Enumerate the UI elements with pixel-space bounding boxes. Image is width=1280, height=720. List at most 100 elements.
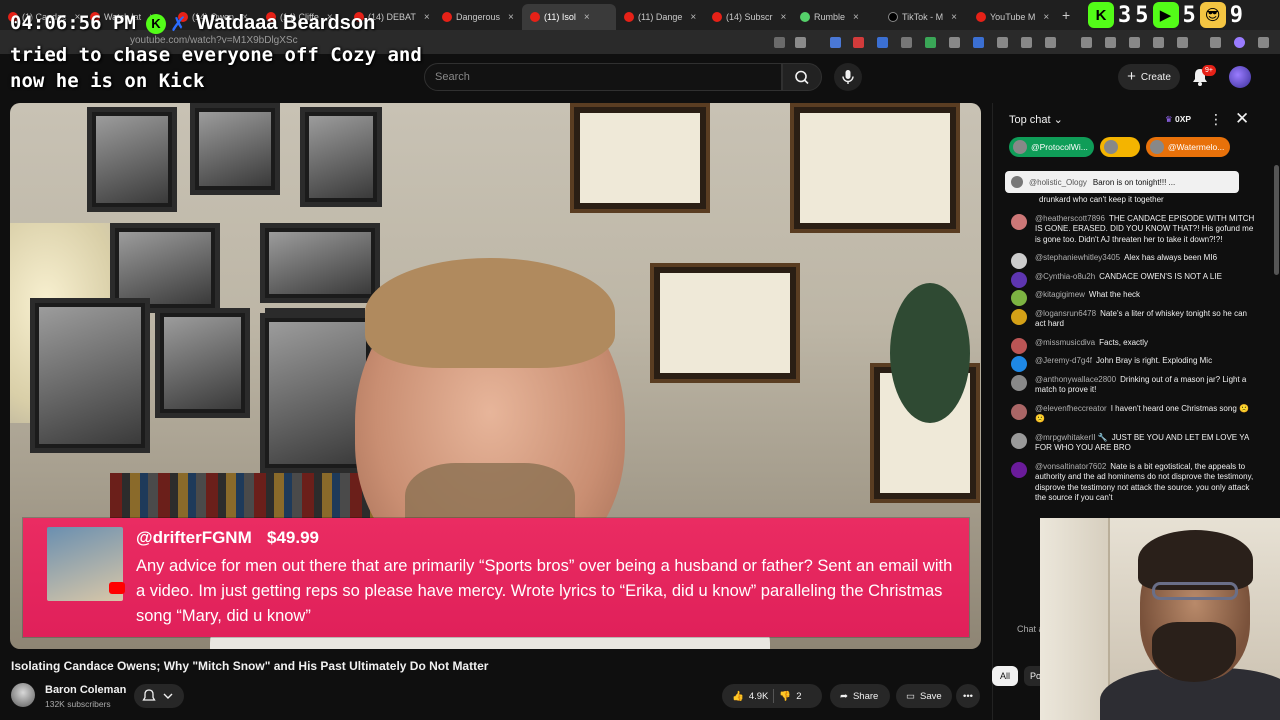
chat-author[interactable]: @vonsaltinator7602 xyxy=(1035,462,1106,471)
video-frame xyxy=(300,107,382,207)
thumbs-down-icon[interactable]: 👎 xyxy=(779,691,791,702)
more-actions-button[interactable]: ••• xyxy=(956,684,980,708)
extension-icon[interactable] xyxy=(901,37,912,48)
extension-icon[interactable] xyxy=(877,37,888,48)
thumbs-up-icon[interactable]: 👍 xyxy=(732,691,744,702)
avatar xyxy=(1011,176,1023,188)
ticker-item[interactable]: @ProtocolWi... xyxy=(1009,137,1094,157)
tab-favicon-icon xyxy=(442,12,452,22)
tab-label: (14) Subscr xyxy=(726,12,773,22)
extension-icon[interactable] xyxy=(973,37,984,48)
channel-avatar[interactable] xyxy=(11,683,35,707)
chat-message[interactable]: @stephaniewhitley3405 Alex has always bee… xyxy=(1007,253,1257,269)
tab-close-icon[interactable]: × xyxy=(584,12,590,23)
account-avatar[interactable] xyxy=(1229,66,1251,88)
chat-xp-badge[interactable]: ♛ 0XP xyxy=(1165,114,1191,125)
chat-message[interactable]: @Jeremy-d7g4f John Bray is right. Explodi… xyxy=(1007,356,1257,372)
ticker-item[interactable]: @Watermelo... xyxy=(1145,137,1231,157)
extension-icon[interactable] xyxy=(1045,37,1056,48)
browser-tab[interactable]: Dangerous × xyxy=(434,4,522,30)
dislike-count[interactable]: 2 xyxy=(796,691,801,702)
chat-author[interactable]: @Cynthia-o8u2h xyxy=(1035,272,1095,281)
tab-close-icon[interactable]: × xyxy=(1043,12,1049,23)
tab-favicon-icon xyxy=(976,12,986,22)
overlay-clock: 04:06:56 PM xyxy=(10,12,136,34)
chat-mode-dropdown[interactable]: Top chat ⌄ xyxy=(1009,113,1063,126)
chat-message[interactable]: drunkard who can't keep it together xyxy=(1007,195,1257,206)
browser-tab[interactable]: (11) Dange × xyxy=(616,4,704,30)
extension-icon[interactable] xyxy=(925,37,936,48)
install-icon[interactable] xyxy=(774,37,785,48)
search-input[interactable]: Search xyxy=(424,63,782,91)
browser-tab[interactable]: YouTube M × xyxy=(968,4,1056,30)
share-label: Share xyxy=(852,690,879,702)
chat-message[interactable]: @mrpgwhitakerII 🔧 JUST BE YOU AND LET EM … xyxy=(1007,432,1257,454)
tab-close-icon[interactable]: × xyxy=(853,12,859,23)
like-count[interactable]: 4.9K xyxy=(749,691,769,702)
plus-icon: + xyxy=(1127,68,1136,85)
chat-author[interactable]: @anthonywallace2800 xyxy=(1035,375,1116,384)
chat-author[interactable]: @Jeremy-d7g4f xyxy=(1035,356,1092,365)
chevron-down-icon: ⌄ xyxy=(1053,114,1063,126)
new-tab-icon[interactable]: + xyxy=(1062,7,1070,23)
extension-icon[interactable] xyxy=(949,37,960,48)
extension-icon[interactable] xyxy=(853,37,864,48)
tab-close-icon[interactable]: × xyxy=(951,12,957,23)
chat-author[interactable]: @kitagigimew xyxy=(1035,290,1085,299)
chat-message[interactable]: @elevenfheccreator I haven't heard one Ch… xyxy=(1007,403,1257,425)
extension-icon[interactable] xyxy=(1129,37,1140,48)
bookmark-star-icon[interactable] xyxy=(795,37,806,48)
avatar xyxy=(1011,308,1027,325)
chat-author[interactable]: @mrpgwhitakerII 🔧 xyxy=(1035,433,1108,442)
video-frame xyxy=(30,298,150,453)
ticker-item[interactable] xyxy=(1099,137,1140,157)
extension-icon[interactable] xyxy=(830,37,841,48)
subscription-bell-button[interactable] xyxy=(134,684,184,708)
tab-close-icon[interactable]: × xyxy=(690,12,696,23)
chat-message[interactable]: @logansrun6478 Nate's a liter of whiskey … xyxy=(1007,308,1257,330)
chat-author[interactable]: @missmusicdiva xyxy=(1035,338,1095,347)
chat-scrollbar[interactable] xyxy=(1274,165,1279,275)
browser-tab[interactable]: (14) Subscr × xyxy=(704,4,792,30)
chat-message[interactable]: @Cynthia-o8u2h CANDACE OWEN'S IS NOT A LI… xyxy=(1007,271,1257,288)
browser-tab[interactable]: (11) Isol × xyxy=(522,4,616,30)
chat-message[interactable]: @anthonywallace2800 Drinking out of a mas… xyxy=(1007,374,1257,396)
extension-icon[interactable] xyxy=(1153,37,1164,48)
extension-icon[interactable] xyxy=(1105,37,1116,48)
tab-close-icon[interactable]: × xyxy=(508,12,514,23)
chat-message[interactable]: @vonsaltinator7602 Nate is a bit egotisti… xyxy=(1007,461,1257,504)
menu-icon[interactable] xyxy=(1210,37,1221,48)
chat-more-icon[interactable]: ⋮ xyxy=(1209,111,1223,128)
chat-author[interactable]: @heatherscott7896 xyxy=(1035,214,1105,223)
tab-close-icon[interactable]: × xyxy=(424,12,430,23)
filter-chip-all[interactable]: All xyxy=(992,666,1018,686)
avatar xyxy=(1011,461,1027,478)
pinned-message[interactable]: @holistic_Ology Baron is on tonight!!! .… xyxy=(1005,171,1239,193)
browser-tab[interactable]: TikTok - M × xyxy=(880,4,968,30)
chat-text: Facts, exactly xyxy=(1099,337,1149,347)
save-button[interactable]: ▭ Save xyxy=(896,684,952,708)
voice-search-button[interactable] xyxy=(834,63,862,91)
webcam-overlay xyxy=(1040,518,1280,720)
extension-icon[interactable] xyxy=(1177,37,1188,48)
chat-author[interactable]: @elevenfheccreator xyxy=(1035,404,1107,413)
chat-message[interactable]: @kitagigimew What the heck xyxy=(1007,290,1257,306)
tab-close-icon[interactable]: × xyxy=(781,12,787,23)
video-diploma xyxy=(650,263,800,383)
chat-author[interactable]: @stephaniewhitley3405 xyxy=(1035,253,1120,262)
create-button[interactable]: + Create xyxy=(1118,64,1180,90)
profile-icon[interactable] xyxy=(1234,37,1245,48)
extension-icon[interactable] xyxy=(997,37,1008,48)
channel-name[interactable]: Baron Coleman xyxy=(45,684,126,696)
avatar xyxy=(1011,356,1027,372)
browser-tab[interactable]: Rumble × xyxy=(792,4,880,30)
extension-icon[interactable] xyxy=(1021,37,1032,48)
chat-message[interactable]: @missmusicdiva Facts, exactly xyxy=(1007,337,1257,354)
share-button[interactable]: ➦ Share xyxy=(830,684,890,708)
more-icon[interactable] xyxy=(1258,37,1269,48)
chat-message[interactable]: @heatherscott7896 THE CANDACE EPISODE WIT… xyxy=(1007,213,1257,246)
chat-author[interactable]: @logansrun6478 xyxy=(1035,309,1096,318)
history-icon[interactable] xyxy=(1081,37,1092,48)
close-icon[interactable]: ✕ xyxy=(1235,109,1249,129)
search-button[interactable] xyxy=(782,63,822,91)
